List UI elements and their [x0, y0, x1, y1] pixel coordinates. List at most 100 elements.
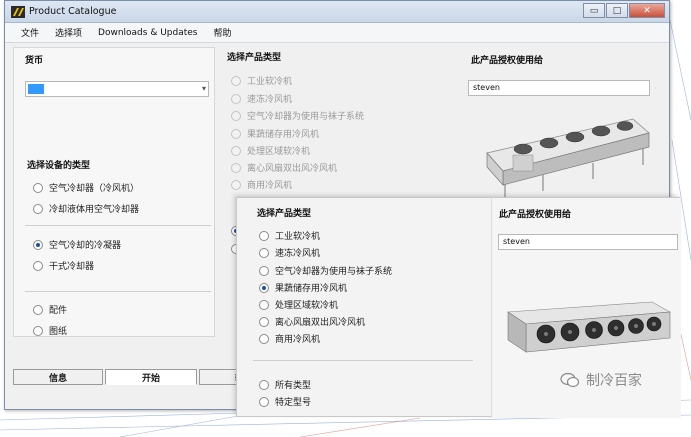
option-label: 空气冷却的冷凝器: [49, 241, 122, 251]
divider: [253, 360, 473, 361]
chevron-down-icon: ▾: [201, 84, 206, 93]
window-controls: ▭ □ ✕: [583, 3, 665, 19]
close-icon: ✕: [643, 5, 651, 16]
option-label: 速冻冷风机: [247, 95, 293, 105]
option-label: 商用冷风机: [247, 181, 293, 191]
license-title-back: 此产品授权使用给: [471, 56, 544, 66]
radio-button[interactable]: [259, 230, 269, 241]
tab-label: 开始: [141, 373, 160, 384]
radio-button[interactable]: [259, 333, 269, 344]
radio-button[interactable]: [259, 299, 269, 310]
filter-option-specific-model[interactable]: 特定型号: [259, 395, 311, 408]
filter-option-all-types[interactable]: 所有类型: [259, 378, 311, 391]
tab-info[interactable]: 信息: [13, 369, 103, 385]
product-option-back-5[interactable]: 处理区域软冷机: [231, 144, 310, 157]
radio-button[interactable]: [33, 304, 43, 315]
product-option-back-1[interactable]: 工业软冷机: [231, 74, 292, 87]
radio-button[interactable]: [259, 265, 269, 276]
radio-button[interactable]: [259, 379, 269, 390]
option-label: 果蔬储存用冷风机: [275, 284, 348, 294]
minimize-button[interactable]: ▭: [583, 3, 605, 18]
window-title: Product Catalogue: [29, 6, 117, 17]
watermark: 制冷百家: [560, 370, 642, 390]
equipment-option-air-cooler[interactable]: 空气冷却器（冷风机）: [33, 181, 139, 194]
air-cooler-product-image: [507, 301, 672, 353]
equipment-option-liquid-cooler[interactable]: 冷却液体用空气冷却器: [33, 202, 139, 215]
radio-button[interactable]: [231, 93, 241, 104]
radio-button-checked[interactable]: [33, 239, 43, 250]
product-option-commercial[interactable]: 商用冷风机: [259, 332, 320, 345]
product-option-centrifugal-dual[interactable]: 离心风扇双出风冷风机: [259, 315, 365, 328]
option-label: 处理区域软冷机: [275, 301, 339, 311]
option-label: 速冻冷风机: [275, 249, 321, 259]
radio-button[interactable]: [33, 260, 43, 271]
option-label: 处理区域软冷机: [247, 147, 311, 157]
product-option-back-4[interactable]: 果蔬储存用冷风机: [231, 127, 319, 140]
maximize-icon: □: [612, 5, 622, 16]
currency-select[interactable]: ▾: [25, 81, 209, 97]
radio-button[interactable]: [259, 396, 269, 407]
currency-selected-highlight: [28, 84, 44, 94]
option-label: 干式冷却器: [49, 262, 95, 272]
radio-button-checked[interactable]: [259, 282, 269, 293]
option-label: 空气冷却器为使用与袜子系统: [247, 112, 365, 122]
product-type-title-front: 选择产品类型: [257, 209, 312, 219]
menu-file[interactable]: 文件: [21, 26, 39, 39]
radio-button[interactable]: [231, 179, 241, 190]
title-bar[interactable]: Product Catalogue ▭ □ ✕: [5, 1, 669, 23]
divider: [25, 291, 211, 292]
minimize-icon: ▭: [589, 5, 599, 16]
option-label: 图纸: [49, 327, 68, 337]
option-label: 果蔬储存用冷风机: [247, 130, 320, 140]
equipment-option-dry-cooler[interactable]: 干式冷却器: [33, 259, 94, 272]
option-label: 工业软冷机: [247, 77, 293, 87]
radio-button[interactable]: [33, 203, 43, 214]
radio-button[interactable]: [33, 325, 43, 336]
equipment-option-accessories[interactable]: 配件: [33, 303, 67, 316]
product-option-industrial[interactable]: 工业软冷机: [259, 229, 320, 242]
currency-title: 货币: [25, 56, 44, 66]
equipment-type-title: 选择设备的类型: [27, 161, 91, 171]
radio-button[interactable]: [231, 128, 241, 139]
equipment-option-condenser[interactable]: 空气冷却的冷凝器: [33, 238, 121, 251]
option-label: 工业软冷机: [275, 232, 321, 242]
radio-button[interactable]: [259, 316, 269, 327]
product-option-sock-system[interactable]: 空气冷却器为使用与袜子系统: [259, 264, 392, 277]
radio-button[interactable]: [231, 110, 241, 121]
wechat-icon: [560, 372, 580, 388]
radio-button[interactable]: [231, 145, 241, 156]
license-title-front: 此产品授权使用给: [499, 210, 572, 220]
app-logo-icon: [11, 6, 25, 18]
option-label: 离心风扇双出风冷风机: [247, 164, 338, 174]
option-label: 空气冷却器为使用与袜子系统: [275, 267, 393, 277]
equipment-option-drawings[interactable]: 图纸: [33, 324, 67, 337]
product-option-quick-freeze[interactable]: 速冻冷风机: [259, 246, 320, 259]
radio-button[interactable]: [33, 182, 43, 193]
condenser-product-image: [486, 118, 650, 199]
menu-help[interactable]: 帮助: [213, 26, 231, 39]
radio-button[interactable]: [231, 162, 241, 173]
license-user-field-front[interactable]: steven: [498, 234, 678, 250]
option-label: 特定型号: [275, 398, 312, 408]
watermark-text: 制冷百家: [586, 373, 642, 389]
product-option-fruit-veg-storage[interactable]: 果蔬储存用冷风机: [259, 281, 347, 294]
product-option-processing-area[interactable]: 处理区域软冷机: [259, 298, 338, 311]
option-label: 离心风扇双出风冷风机: [275, 318, 366, 328]
license-user-field-back[interactable]: steven: [468, 80, 650, 96]
menu-options[interactable]: 选择项: [55, 26, 82, 39]
product-option-back-6[interactable]: 离心风扇双出风冷风机: [231, 161, 337, 174]
option-label: 配件: [49, 306, 68, 316]
radio-button[interactable]: [231, 75, 241, 86]
product-option-back-2[interactable]: 速冻冷风机: [231, 92, 292, 105]
option-label: 所有类型: [275, 381, 312, 391]
product-type-title-back: 选择产品类型: [227, 53, 282, 63]
tab-start[interactable]: 开始: [105, 369, 197, 385]
menu-downloads-updates[interactable]: Downloads & Updates: [98, 28, 197, 38]
radio-button[interactable]: [259, 247, 269, 258]
maximize-button[interactable]: □: [606, 3, 628, 18]
product-option-back-3[interactable]: 空气冷却器为使用与袜子系统: [231, 109, 364, 122]
option-label: 空气冷却器（冷风机）: [49, 184, 140, 194]
close-button[interactable]: ✕: [629, 3, 665, 18]
product-option-back-7[interactable]: 商用冷风机: [231, 178, 292, 191]
option-label: 冷却液体用空气冷却器: [49, 205, 140, 215]
